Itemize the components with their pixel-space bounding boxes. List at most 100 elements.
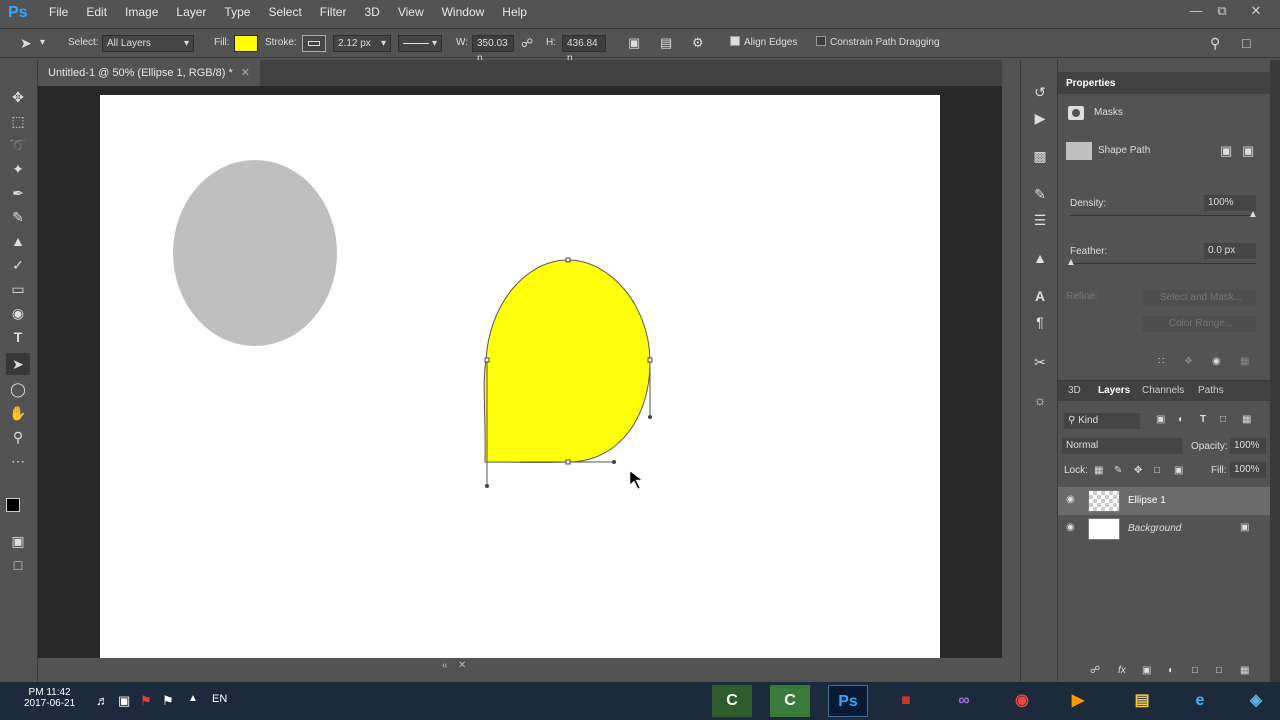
- chevron-down-icon[interactable]: ▾: [40, 29, 45, 57]
- move-tool-icon[interactable]: ✥: [6, 86, 30, 108]
- slider-handle-icon[interactable]: ▲: [1248, 209, 1258, 220]
- adjustments-icon[interactable]: ☰: [1027, 208, 1053, 232]
- align-edges-checkbox[interactable]: Align Edges: [730, 29, 797, 57]
- internet-explorer-app-icon[interactable]: e: [1180, 685, 1220, 717]
- workspace-icon[interactable]: □: [1242, 29, 1250, 57]
- document-canvas[interactable]: [100, 95, 940, 658]
- foreground-color-swatch[interactable]: [6, 498, 20, 512]
- close-tab-icon[interactable]: ✕: [241, 67, 250, 79]
- path-alignment-icon[interactable]: ▤: [660, 29, 672, 57]
- restore-icon[interactable]: ⧉: [1206, 0, 1238, 22]
- slider-handle-icon[interactable]: ▲: [1066, 257, 1076, 268]
- anchor-point[interactable]: [565, 459, 571, 465]
- feather-slider[interactable]: [1070, 263, 1256, 264]
- filter-image-icon[interactable]: ▣: [1156, 414, 1165, 425]
- hand-tool-icon[interactable]: ✋: [6, 402, 30, 424]
- filter-type-icon[interactable]: T: [1200, 414, 1206, 425]
- select-and-mask-button[interactable]: Select and Mask...: [1142, 290, 1256, 306]
- close-icon[interactable]: ✕: [1240, 0, 1272, 22]
- paint-bucket-icon[interactable]: ◉: [6, 302, 30, 324]
- tray-expand-icon[interactable]: ▲: [188, 693, 198, 704]
- filter-shape-icon[interactable]: □: [1220, 414, 1226, 425]
- select-dropdown[interactable]: All Layers ▾: [102, 35, 194, 52]
- histogram-icon[interactable]: ▩: [1027, 144, 1053, 168]
- menu-image[interactable]: Image: [116, 0, 167, 25]
- path-operations-icon[interactable]: ▣: [628, 29, 640, 57]
- path-arrangement-icon[interactable]: ⚙: [692, 29, 704, 57]
- layer-row-background[interactable]: ◉ Background ▣: [1058, 515, 1270, 543]
- tab-layers[interactable]: Layers: [1098, 385, 1130, 396]
- constrain-checkbox[interactable]: Constrain Path Dragging: [816, 29, 940, 57]
- document-tab[interactable]: Untitled-1 @ 50% (Ellipse 1, RGB/8) * ✕: [38, 60, 261, 86]
- layer-filter-dropdown[interactable]: ⚲ Kind: [1064, 413, 1140, 429]
- language-indicator[interactable]: EN: [212, 693, 227, 705]
- eye-icon[interactable]: ◉: [1066, 494, 1075, 505]
- direction-point[interactable]: [648, 415, 652, 419]
- menu-type[interactable]: Type: [215, 0, 259, 25]
- brush-settings-icon[interactable]: ✎: [1027, 182, 1053, 206]
- brush-tool-icon[interactable]: ✎: [6, 206, 30, 228]
- media-player-app-icon[interactable]: ▶: [1058, 685, 1098, 717]
- path-selection-tool-icon[interactable]: ➤: [6, 353, 30, 375]
- collapse-icon[interactable]: «: [442, 660, 448, 671]
- layer-name[interactable]: Background: [1128, 523, 1181, 534]
- lock-transparency-icon[interactable]: ▦: [1094, 465, 1103, 476]
- eye-icon[interactable]: ◉: [1212, 356, 1221, 367]
- actions-play-icon[interactable]: ▶: [1027, 106, 1053, 130]
- close-panel-icon[interactable]: ✕: [458, 660, 466, 671]
- clock[interactable]: PM 11:42 2017-06-21: [24, 687, 75, 709]
- height-field[interactable]: 436.84 p: [562, 35, 606, 64]
- gray-ellipse-shape[interactable]: [173, 160, 337, 346]
- camtasia-studio-app-icon[interactable]: C: [770, 685, 810, 717]
- yellow-ellipse-shape[interactable]: [483, 259, 651, 463]
- menu-select[interactable]: Select: [259, 0, 310, 25]
- anchor-point[interactable]: [484, 357, 490, 363]
- link-layers-icon[interactable]: ☍: [1090, 665, 1100, 676]
- type-tool-icon[interactable]: T: [6, 326, 30, 348]
- menu-window[interactable]: Window: [433, 0, 494, 25]
- properties-tab[interactable]: Properties: [1066, 78, 1115, 89]
- width-field[interactable]: 350.03 p: [472, 35, 514, 64]
- visual-studio-app-icon[interactable]: ∞: [944, 685, 984, 717]
- layer-name[interactable]: Ellipse 1: [1128, 495, 1166, 506]
- direction-point[interactable]: [612, 460, 616, 464]
- screen-mode-icon[interactable]: □: [6, 554, 30, 576]
- stroke-type-dropdown[interactable]: ▾: [398, 35, 442, 52]
- quick-select-tool-icon[interactable]: ✦: [6, 158, 30, 180]
- layer-row-ellipse[interactable]: ◉ Ellipse 1: [1058, 487, 1270, 515]
- color-range-button[interactable]: Color Range...: [1142, 316, 1256, 332]
- new-adjustment-icon[interactable]: ◐: [1168, 665, 1174, 676]
- trash-icon[interactable]: ▦: [1240, 665, 1249, 676]
- libraries-icon[interactable]: ☼: [1027, 388, 1053, 412]
- tab-3d[interactable]: 3D: [1068, 385, 1081, 396]
- blend-mode-dropdown[interactable]: Normal: [1062, 438, 1182, 454]
- menu-view[interactable]: View: [389, 0, 433, 25]
- paragraph-icon[interactable]: ¶: [1027, 310, 1053, 334]
- lock-position-icon[interactable]: ✥: [1134, 465, 1142, 476]
- link-icon[interactable]: ☍: [521, 29, 533, 57]
- search-icon[interactable]: ⚲: [1210, 29, 1220, 57]
- anchor-point[interactable]: [565, 257, 571, 263]
- add-mask-icon[interactable]: ▣: [1142, 665, 1151, 676]
- menu-filter[interactable]: Filter: [311, 0, 356, 25]
- feather-field[interactable]: 0.0 px: [1204, 243, 1256, 259]
- quick-mask-icon[interactable]: ▣: [6, 530, 30, 552]
- menu-3d[interactable]: 3D: [355, 0, 388, 25]
- eyedropper-tool-icon[interactable]: ✒: [6, 182, 30, 204]
- security-icon[interactable]: ⚑: [140, 693, 152, 709]
- start-button-icon[interactable]: ◈: [1236, 685, 1276, 717]
- ellipse-tool-icon[interactable]: ◯: [6, 378, 30, 400]
- layer-style-icon[interactable]: fx: [1118, 665, 1126, 676]
- load-selection-icon[interactable]: ∷: [1158, 356, 1164, 367]
- apply-mask-icon[interactable]: ❖: [1184, 356, 1193, 367]
- history-icon[interactable]: ↺: [1027, 80, 1053, 104]
- fill-field[interactable]: 100%: [1230, 462, 1266, 478]
- chrome-app-icon[interactable]: ◉: [1002, 685, 1042, 717]
- trash-icon[interactable]: ▦: [1240, 356, 1249, 367]
- more-tools-icon[interactable]: ⋯: [6, 450, 30, 472]
- lock-pixels-icon[interactable]: ✎: [1114, 465, 1122, 476]
- menu-edit[interactable]: Edit: [77, 0, 116, 25]
- file-explorer-app-icon[interactable]: ▤: [1122, 685, 1162, 717]
- path-select-tool-icon[interactable]: ➤: [20, 29, 32, 57]
- vector-mask-icon[interactable]: ▣: [1242, 143, 1254, 159]
